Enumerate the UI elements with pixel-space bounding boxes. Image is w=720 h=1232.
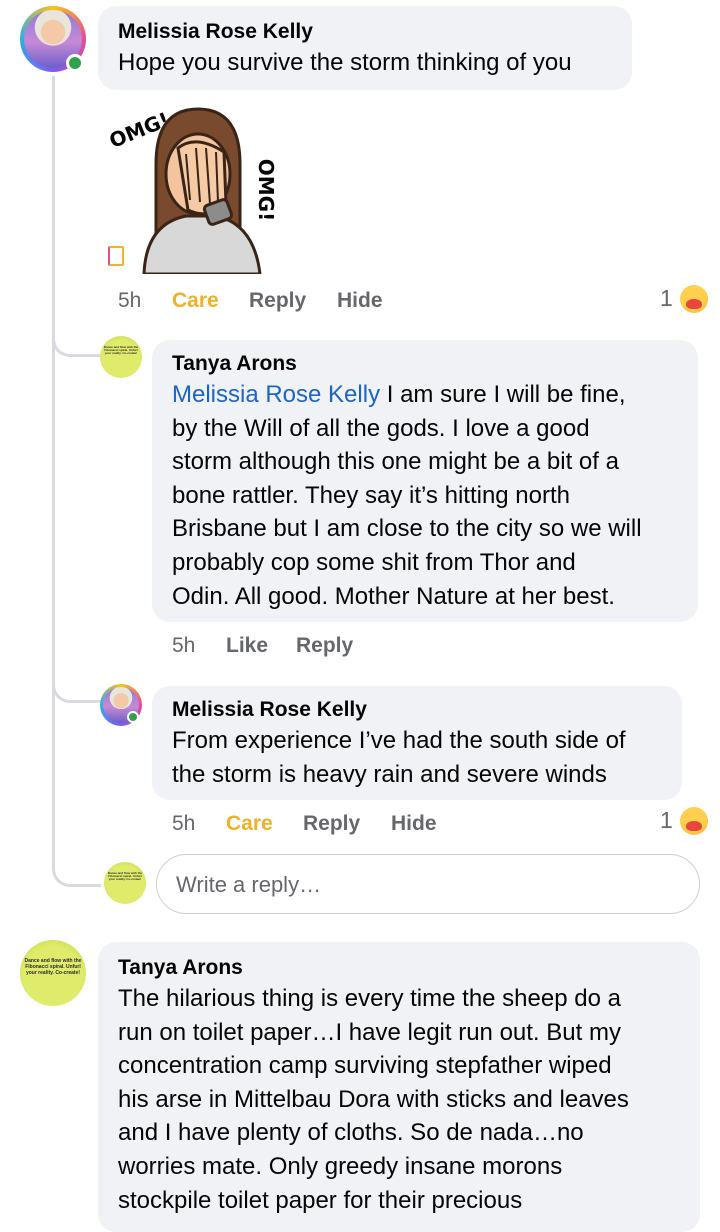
comment-line: stockpile toilet paper for their preciou…: [118, 1186, 523, 1214]
reply-line: Odin. All good. Mother Nature at her bes…: [172, 582, 615, 610]
thread-connector: [52, 320, 101, 357]
reply-text: Melissia Rose Kelly I am sure I will be …: [172, 378, 692, 613]
reply-line: bone rattler. They say it’s hitting nort…: [172, 481, 571, 509]
online-status-indicator: [66, 54, 84, 72]
reaction-count[interactable]: 1: [660, 807, 673, 834]
comment-bubble: Melissia Rose Kelly Hope you survive the…: [98, 6, 632, 90]
reply-line: I am sure I will be fine,: [380, 381, 626, 408]
avatar[interactable]: Dance and flow with the Fibonacci spiral…: [100, 336, 142, 378]
comment-line: his arse in Mittelbau Dora with sticks a…: [118, 1085, 629, 1113]
reply-input-placeholder: Write a reply…: [176, 872, 322, 897]
sticker-corner-icon: [108, 246, 124, 266]
thread-connector: [52, 666, 101, 703]
current-user-avatar: Dance and flow with the Fibonacci spiral…: [104, 862, 146, 904]
avatar-caption: Dance and flow with the Fibonacci spiral…: [103, 345, 139, 355]
reply-line: storm although this one might be a bit o…: [172, 448, 619, 476]
avatar-caption: Dance and flow with the Fibonacci spiral…: [24, 958, 82, 976]
reply-author[interactable]: Melissia Rose Kelly: [172, 698, 367, 722]
reply-line: the storm is heavy rain and severe winds: [172, 760, 607, 788]
reply-text: From experience I’ve had the south side …: [172, 724, 626, 791]
thread-line: [52, 76, 55, 866]
reply-line: probably cop some shit from Thor and: [172, 548, 576, 576]
reply-button[interactable]: Reply: [296, 634, 353, 658]
comment-bubble: Tanya Arons The hilarious thing is every…: [98, 942, 700, 1232]
like-button[interactable]: Like: [226, 634, 268, 658]
care-reaction-button[interactable]: Care: [172, 289, 219, 313]
care-hug-emoji-icon: [680, 807, 708, 835]
comment-line: The hilarious thing is every time the sh…: [118, 985, 621, 1012]
facepalm-character: [142, 107, 262, 274]
reply-bubble: Melissia Rose Kelly From experience I’ve…: [152, 686, 682, 800]
reaction-count[interactable]: 1: [660, 285, 673, 312]
reply-button[interactable]: Reply: [249, 289, 306, 313]
avatar-caption: Dance and flow with the Fibonacci spiral…: [107, 871, 143, 881]
online-status-indicator: [127, 711, 139, 723]
reply-author[interactable]: Tanya Arons: [172, 352, 297, 376]
comment-line: and I have plenty of cloths. So de nada……: [118, 1119, 584, 1147]
care-reaction-button[interactable]: Care: [226, 812, 273, 836]
comment-line: run on toilet paper…I have legit run out…: [118, 1018, 621, 1046]
reply-line: by the Will of all the gods. I love a go…: [172, 414, 590, 442]
reply-line: Brisbane but I am close to the city so w…: [172, 515, 642, 543]
avatar[interactable]: Dance and flow with the Fibonacci spiral…: [20, 940, 86, 1006]
comment-timestamp[interactable]: 5h: [118, 289, 141, 313]
thread-connector: [52, 846, 101, 887]
reply-timestamp[interactable]: 5h: [172, 634, 195, 658]
hide-button[interactable]: Hide: [337, 289, 383, 313]
comment-text: Hope you survive the storm thinking of y…: [118, 49, 572, 76]
comment-text: The hilarious thing is every time the sh…: [118, 982, 688, 1217]
comment-line: worries mate. Only greedy insane morons: [118, 1152, 563, 1180]
reply-timestamp[interactable]: 5h: [172, 812, 195, 836]
hide-button[interactable]: Hide: [391, 812, 437, 836]
comment-author[interactable]: Tanya Arons: [118, 956, 243, 980]
care-hug-emoji-icon: [680, 285, 708, 313]
comment-author[interactable]: Melissia Rose Kelly: [118, 20, 313, 44]
mention-link[interactable]: Melissia Rose Kelly: [172, 381, 380, 408]
reply-input[interactable]: Write a reply…: [156, 854, 700, 914]
reply-bubble: Tanya Arons Melissia Rose Kelly I am sur…: [152, 340, 698, 622]
comment-line: concentration camp surviving stepfather …: [118, 1052, 612, 1080]
reply-button[interactable]: Reply: [303, 812, 360, 836]
omg-sticker[interactable]: OMG! OMG!: [100, 96, 280, 276]
reply-line: From experience I’ve had the south side …: [172, 727, 626, 754]
